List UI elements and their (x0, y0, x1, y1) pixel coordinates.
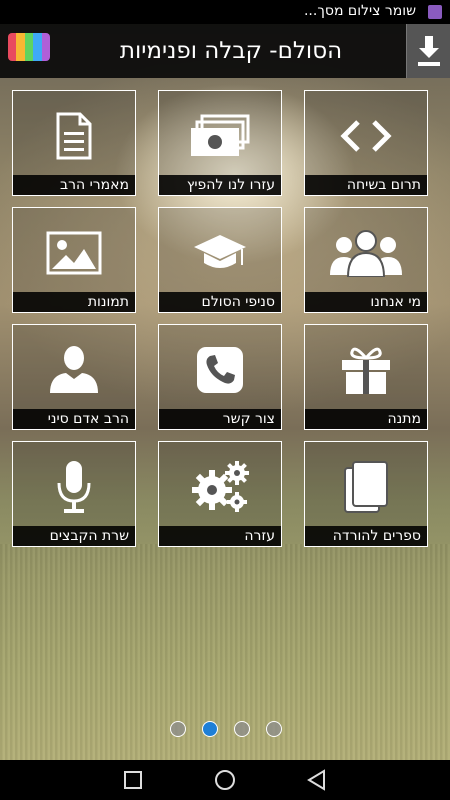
tile-help[interactable]: עזרה (158, 441, 282, 547)
tile-label: צור קשר (159, 409, 281, 429)
square-icon (124, 771, 142, 789)
tile-branches[interactable]: סניפי הסולם (158, 207, 282, 313)
tile-label: עזרו לנו להפיץ (159, 175, 281, 195)
screenshot-notification-icon (428, 5, 442, 19)
tile-books-download[interactable]: ספרים להורדה (304, 441, 428, 547)
person-icon (50, 346, 98, 393)
gift-icon (342, 347, 390, 394)
page-indicator (170, 721, 286, 739)
tile-contact[interactable]: צור קשר (158, 324, 282, 430)
tile-donate-by-call[interactable]: תרום בשיחה (304, 90, 428, 196)
page-dot[interactable] (234, 721, 250, 737)
system-nav-bar (0, 760, 450, 800)
books-icon (344, 461, 388, 513)
document-icon (56, 112, 92, 160)
app-logo[interactable] (8, 33, 50, 61)
phone-icon (197, 347, 243, 393)
tile-label: סניפי הסולם (159, 292, 281, 312)
tile-label: הרב אדם סיני (13, 409, 135, 429)
app-header: הסולם- קבלה ופנימיות (0, 24, 450, 78)
home-button[interactable] (210, 766, 240, 794)
graduation-cap-icon (194, 235, 246, 268)
app-title: הסולם- קבלה ופנימיות (119, 38, 343, 64)
gears-icon (192, 461, 249, 512)
tile-who-we-are[interactable]: מי אנחנו (304, 207, 428, 313)
recents-button[interactable] (118, 766, 148, 794)
tile-file-server[interactable]: שרת הקבצים (12, 441, 136, 547)
money-icon (191, 114, 250, 156)
back-button[interactable] (302, 766, 332, 794)
triangle-back-icon (307, 769, 325, 791)
tile-help-spread[interactable]: עזרו לנו להפיץ (158, 90, 282, 196)
tile-label: תמונות (13, 292, 135, 312)
tile-label: מתנה (305, 409, 427, 429)
tile-label: ספרים להורדה (305, 526, 427, 546)
tile-rav-articles[interactable]: מאמרי הרב (12, 90, 136, 196)
circle-icon (215, 770, 235, 790)
page-dot-active[interactable] (202, 721, 218, 737)
tile-rav-adam-sinai[interactable]: הרב אדם סיני (12, 324, 136, 430)
page-dot[interactable] (266, 721, 282, 737)
page-dot[interactable] (170, 721, 186, 737)
code-brackets-icon (340, 120, 392, 152)
image-icon (46, 231, 102, 275)
download-icon (417, 36, 440, 66)
tile-label: מי אנחנו (305, 292, 427, 312)
status-bar: שומר צילום מסך... (0, 0, 450, 24)
tile-label: מאמרי הרב (13, 175, 135, 195)
group-icon (330, 230, 402, 277)
microphone-icon (57, 461, 91, 513)
tile-label: שרת הקבצים (13, 526, 135, 546)
download-button[interactable] (406, 24, 450, 78)
tile-label: תרום בשיחה (305, 175, 427, 195)
status-notification-text: שומר צילום מסך... (303, 3, 416, 19)
tile-gift[interactable]: מתנה (304, 324, 428, 430)
tile-pictures[interactable]: תמונות (12, 207, 136, 313)
tile-label: עזרה (159, 526, 281, 546)
